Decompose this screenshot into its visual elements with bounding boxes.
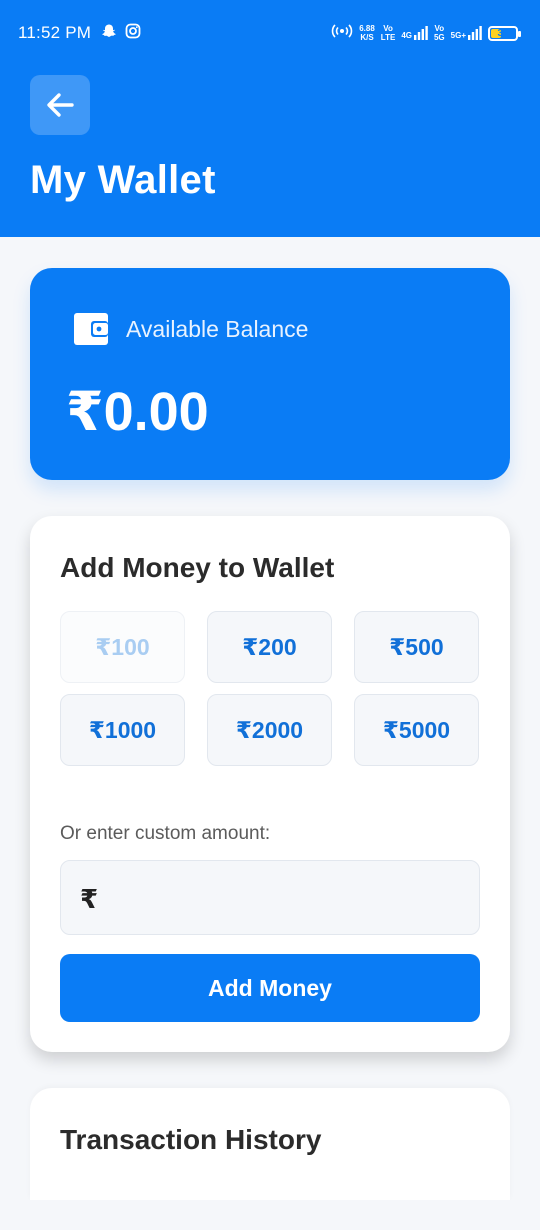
arrow-left-icon bbox=[47, 93, 74, 117]
hotspot-icon bbox=[331, 23, 353, 44]
status-bar: 11:52 PM 6.88 K/S Vo LTE 4G Vo 5G 5G+ 32 bbox=[0, 0, 540, 66]
custom-amount-field[interactable]: ₹ bbox=[60, 860, 480, 935]
balance-card: Available Balance ₹0.00 bbox=[30, 268, 510, 480]
amount-option-100[interactable]: ₹100 bbox=[60, 611, 185, 683]
amount-option-1000[interactable]: ₹1000 bbox=[60, 694, 185, 766]
balance-label: Available Balance bbox=[126, 316, 309, 342]
add-money-button[interactable]: Add Money bbox=[60, 954, 480, 1022]
volte-2-bottom: 5G bbox=[433, 33, 445, 42]
volte-1-top: Vo bbox=[383, 24, 393, 33]
battery-icon: 32 bbox=[488, 25, 521, 41]
status-indicators: 6.88 K/S Vo LTE 4G Vo 5G 5G+ 32 bbox=[331, 22, 521, 44]
back-button[interactable] bbox=[30, 75, 90, 135]
custom-amount-label: Or enter custom amount: bbox=[60, 823, 271, 844]
net-speed: 6.88 K/S bbox=[359, 24, 375, 42]
volte-2-top: Vo bbox=[434, 24, 445, 33]
net-speed-unit: K/S bbox=[360, 33, 374, 42]
bottom-background bbox=[0, 1200, 540, 1230]
transaction-history-title: Transaction History bbox=[60, 1124, 322, 1155]
add-money-card: Add Money to Wallet ₹100 ₹200 ₹500 ₹1000… bbox=[30, 516, 510, 1052]
amount-option-2000[interactable]: ₹2000 bbox=[207, 694, 332, 766]
app-header: 11:52 PM 6.88 K/S Vo LTE 4G Vo 5G 5G+ 32… bbox=[0, 0, 540, 237]
add-money-title: Add Money to Wallet bbox=[60, 552, 335, 583]
balance-amount: ₹0.00 bbox=[66, 382, 209, 442]
volte-indicator-2: Vo 5G bbox=[434, 24, 445, 42]
battery-level: 32 bbox=[497, 27, 509, 39]
signal-icon-2: 5G+ bbox=[451, 26, 482, 40]
signal-1-label: 4G bbox=[401, 31, 412, 40]
rupee-symbol: ₹ bbox=[80, 884, 99, 914]
volte-indicator-1: Vo LTE bbox=[381, 24, 396, 42]
volte-1-bottom: LTE bbox=[380, 33, 396, 42]
wallet-icon bbox=[74, 313, 108, 345]
snapchat-icon bbox=[101, 23, 117, 39]
net-speed-value: 6.88 bbox=[359, 24, 375, 33]
signal-icon: 4G bbox=[401, 26, 428, 40]
amount-option-200[interactable]: ₹200 bbox=[207, 611, 332, 683]
transaction-history-card: Transaction History bbox=[30, 1088, 510, 1200]
page-title: My Wallet bbox=[30, 158, 216, 202]
amount-option-5000[interactable]: ₹5000 bbox=[354, 694, 479, 766]
status-time: 11:52 PM bbox=[18, 23, 92, 42]
custom-amount-input[interactable] bbox=[111, 877, 466, 921]
signal-2-label: 5G+ bbox=[450, 31, 466, 40]
instagram-icon bbox=[125, 23, 141, 39]
amount-option-500[interactable]: ₹500 bbox=[354, 611, 479, 683]
